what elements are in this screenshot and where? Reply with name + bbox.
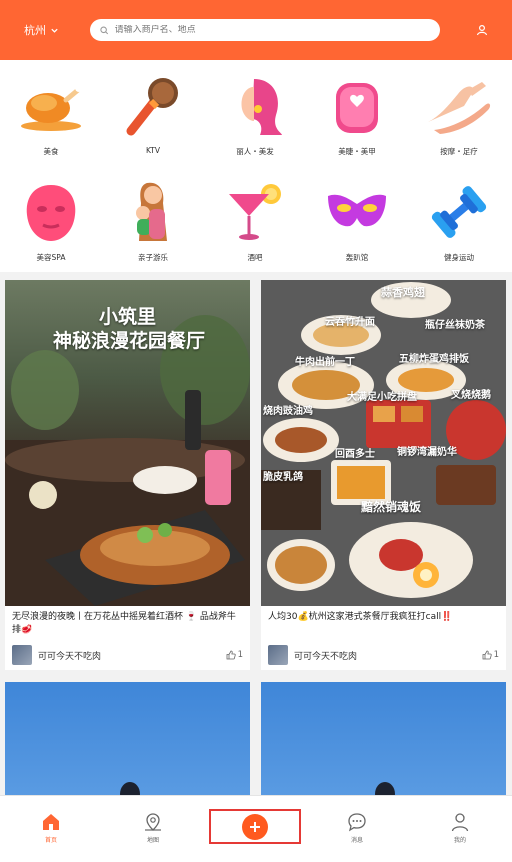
home-icon — [43, 814, 59, 830]
category-label: 按摩・足疗 — [440, 147, 478, 156]
category-ktv[interactable]: KTV — [102, 60, 204, 160]
category-label: 美容SPA — [36, 253, 66, 262]
image-label: 瓶仔丝袜奶茶 — [425, 320, 485, 331]
category-label: 亲子游乐 — [138, 253, 168, 262]
message-icon — [348, 813, 366, 832]
chevron-down-icon — [51, 28, 58, 33]
category-food[interactable]: 美食 — [0, 60, 102, 160]
category-label: 酒吧 — [247, 253, 263, 262]
image-label: 五柳炸蛋鸡排饭 — [399, 354, 469, 365]
feed-list: 小筑里 神秘浪漫花园餐厅 无尽浪漫的夜晚丨在万花丛中摇晃着红酒杯 🍷 品战斧牛排… — [0, 272, 512, 862]
nav-map[interactable]: 地图 — [123, 812, 183, 844]
feed-card[interactable]: 小筑里 神秘浪漫花园餐厅 无尽浪漫的夜晚丨在万花丛中摇晃着红酒杯 🍷 品战斧牛排… — [5, 280, 250, 670]
massage-hands-icon — [423, 70, 495, 142]
nav-profile[interactable]: 我的 — [430, 812, 490, 844]
avatar — [12, 645, 32, 665]
nav-messages[interactable]: 消息 — [327, 812, 387, 844]
nav-label: 我的 — [453, 837, 466, 844]
category-hair[interactable]: 丽人・美发 — [204, 60, 306, 160]
category-label: KTV — [145, 146, 161, 155]
hair-beauty-icon — [219, 70, 291, 142]
card-meta: 可可今天不吃肉 1 — [12, 644, 243, 666]
category-label: 轰趴馆 — [345, 253, 369, 262]
image-label: 蒜香鸡翅 — [381, 286, 425, 299]
image-label: 回酉多士 — [335, 449, 375, 460]
image-label: 云吞竹升面 — [325, 317, 375, 328]
image-label: 叉烧烧鹅 — [451, 390, 491, 401]
nav-label: 地图 — [146, 837, 159, 844]
category-label: 美睫・美甲 — [338, 147, 376, 156]
card-title: 人均30💰杭州这家港式茶餐厅我疯狂打call‼️ — [268, 612, 453, 622]
dumbbell-icon — [423, 176, 495, 248]
parent-child-icon — [117, 176, 189, 248]
search-icon — [100, 26, 109, 34]
category-massage[interactable]: 按摩・足疗 — [408, 60, 510, 160]
category-party[interactable]: 轰趴馆 — [306, 166, 408, 266]
card-meta: 可可今天不吃肉 1 — [268, 644, 499, 666]
category-label: 丽人・美发 — [236, 147, 274, 156]
plus-icon — [250, 821, 260, 832]
face-mask-icon — [15, 176, 87, 248]
category-label: 健身运动 — [444, 253, 474, 262]
like-button[interactable]: 1 — [482, 650, 499, 660]
category-spa[interactable]: 美容SPA — [0, 166, 102, 266]
nav-label: 首页 — [44, 837, 57, 844]
search-box[interactable] — [90, 19, 440, 41]
top-header: 杭州 — [0, 0, 512, 60]
image-label: 大满足小吃拼盘 — [347, 392, 417, 403]
like-count: 1 — [237, 650, 243, 660]
person-icon — [451, 813, 469, 832]
nav-home[interactable]: 首页 — [21, 812, 81, 844]
image-label: 牛肉出前一丁 — [295, 357, 355, 368]
feed-card[interactable]: 蒜香鸡翅 云吞竹升面 瓶仔丝袜奶茶 牛肉出前一丁 五柳炸蛋鸡排饭 大满足小吃拼盘… — [261, 280, 506, 670]
author-name: 可可今天不吃肉 — [294, 651, 358, 662]
cocktail-icon — [219, 176, 291, 248]
category-bar[interactable]: 酒吧 — [204, 166, 306, 266]
like-button[interactable]: 1 — [226, 650, 243, 660]
search-input[interactable] — [114, 25, 430, 35]
avatar — [268, 645, 288, 665]
nav-label: 消息 — [350, 837, 363, 844]
like-count: 1 — [493, 650, 499, 660]
add-button[interactable] — [242, 813, 268, 840]
nail-icon — [321, 70, 393, 142]
microphone-icon — [117, 70, 189, 142]
map-pin-icon — [145, 813, 161, 831]
image-overlay-title: 小筑里 — [99, 306, 157, 328]
thumbs-up-icon — [482, 650, 492, 660]
category-parent-child[interactable]: 亲子游乐 — [102, 166, 204, 266]
image-overlay-subtitle: 神秘浪漫花园餐厅 — [53, 330, 206, 352]
category-fitness[interactable]: 健身运动 — [408, 166, 510, 266]
image-label: 铜锣湾漏奶华 — [397, 447, 457, 458]
thumbs-up-icon — [226, 650, 236, 660]
user-icon[interactable] — [476, 24, 488, 36]
card-image: 蒜香鸡翅 云吞竹升面 瓶仔丝袜奶茶 牛肉出前一丁 五柳炸蛋鸡排饭 大满足小吃拼盘… — [261, 280, 506, 606]
app-page: 杭州 美食 — [0, 0, 512, 862]
city-label: 杭州 — [24, 24, 46, 37]
card-title: 无尽浪漫的夜晚丨在万花丛中摇晃着红酒杯 🍷 品战斧牛排🥩 — [12, 612, 236, 635]
image-label: 黯然销魂饭 — [361, 500, 422, 514]
category-nails[interactable]: 美睫・美甲 — [306, 60, 408, 160]
bottom-nav: 首页 地图 消息 我的 — [0, 795, 512, 862]
card-image: 小筑里 神秘浪漫花园餐厅 — [5, 280, 250, 606]
category-grid: 美食 KTV 丽人・美发 美睫・美甲 按摩・足疗 美容SPA 亲子游乐 酒吧 轰… — [0, 60, 512, 272]
image-label: 脆皮乳鸽 — [263, 472, 303, 483]
author-name: 可可今天不吃肉 — [38, 651, 102, 662]
add-button-highlight — [209, 809, 301, 844]
image-label: 烧肉豉油鸡 — [263, 406, 313, 417]
city-selector[interactable]: 杭州 — [24, 22, 90, 38]
category-label: 美食 — [43, 147, 59, 156]
party-mask-icon — [321, 176, 393, 248]
roast-chicken-icon — [15, 70, 87, 142]
